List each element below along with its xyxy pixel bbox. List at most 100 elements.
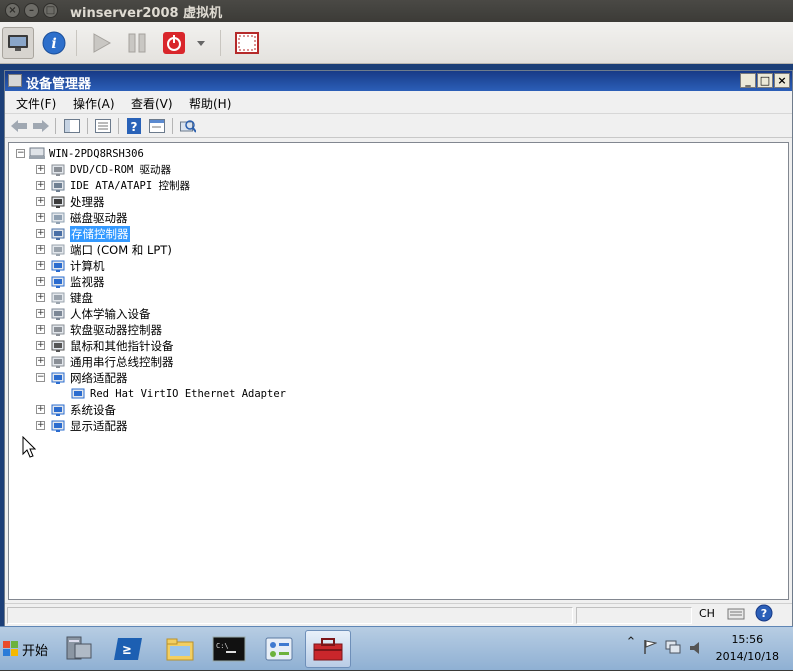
tree-device-label: Red Hat VirtIO Ethernet Adapter: [90, 388, 286, 400]
maximize-icon[interactable]: □: [43, 3, 58, 18]
help-icon[interactable]: ?: [124, 117, 144, 135]
keyboard-icon: [51, 291, 65, 304]
expand-toggle[interactable]: +: [36, 277, 45, 286]
display-adapter-icon: [51, 419, 65, 432]
forward-icon[interactable]: [31, 117, 51, 135]
computer-root-icon: [29, 147, 45, 160]
host-toolbar: i: [0, 22, 793, 64]
expand-toggle[interactable]: +: [36, 229, 45, 238]
explorer-icon[interactable]: [157, 630, 203, 668]
powershell-icon[interactable]: ≥: [106, 630, 152, 668]
maximize-button[interactable]: □: [757, 73, 773, 88]
menu-help[interactable]: 帮助(H): [189, 95, 231, 112]
tree-category-label: 磁盘驱动器: [70, 211, 128, 225]
flag-icon[interactable]: [643, 639, 658, 659]
menu-view[interactable]: 查看(V): [131, 95, 173, 112]
volume-icon[interactable]: [689, 640, 703, 659]
close-button[interactable]: ×: [774, 73, 790, 88]
status-cell-2: [576, 607, 692, 624]
expand-toggle[interactable]: +: [36, 181, 45, 190]
pause-icon[interactable]: [121, 27, 153, 59]
svg-text:?: ?: [761, 607, 767, 620]
tree-category-label: 监视器: [70, 275, 105, 289]
info-icon[interactable]: i: [38, 27, 70, 59]
minimize-icon[interactable]: –: [24, 3, 39, 18]
expand-toggle[interactable]: +: [36, 261, 45, 270]
expand-toggle[interactable]: +: [36, 325, 45, 334]
expand-toggle[interactable]: +: [36, 421, 45, 430]
expand-toggle[interactable]: +: [36, 197, 45, 206]
minimize-button[interactable]: _: [740, 73, 756, 88]
tree-category-label: 网络适配器: [70, 371, 128, 385]
cmd-icon[interactable]: C:\: [206, 630, 252, 668]
close-icon[interactable]: ×: [5, 3, 20, 18]
svg-text:C:\: C:\: [216, 642, 229, 650]
expand-toggle[interactable]: +: [36, 309, 45, 318]
dm-titlebar: 设备管理器 _ □ ×: [5, 71, 792, 92]
dropdown-icon[interactable]: [191, 27, 211, 59]
mouse-icon: [51, 339, 65, 352]
tree-root-label: WIN-2PDQ8RSH306: [49, 148, 144, 160]
tree-category-label: 存储控制器: [70, 226, 130, 242]
disk-drive-icon: [51, 211, 65, 224]
fullscreen-icon[interactable]: [231, 27, 263, 59]
device-tree: − WIN-2PDQ8RSH306 + DVD/CD-ROM 驱动器 + IDE AT…: [8, 142, 789, 600]
network-tray-icon[interactable]: [665, 639, 681, 659]
monitor-icon[interactable]: [2, 27, 34, 59]
tree-category-label: 端口 (COM 和 LPT): [70, 243, 172, 257]
network-adapter-icon: [71, 387, 85, 400]
dm-window-title: 设备管理器: [26, 77, 92, 92]
power-icon[interactable]: [158, 27, 190, 59]
menu-action[interactable]: 操作(A): [73, 95, 115, 112]
hid-icon: [51, 307, 65, 320]
dvd-drive-icon: [51, 163, 65, 176]
toolbox-icon[interactable]: [305, 630, 351, 668]
clock-time: 15:56: [731, 633, 764, 646]
menubar: 文件(F) 操作(A) 查看(V) 帮助(H): [5, 91, 792, 114]
expand-toggle[interactable]: +: [36, 341, 45, 350]
expand-toggle[interactable]: +: [36, 245, 45, 254]
view-icon[interactable]: [147, 117, 167, 135]
play-icon[interactable]: [85, 27, 117, 59]
ime-label[interactable]: CH: [699, 607, 715, 620]
statusbar: [5, 603, 792, 627]
keyboard-icon[interactable]: [727, 605, 745, 622]
collapse-toggle[interactable]: −: [16, 149, 25, 158]
computer-icon: [51, 259, 65, 272]
tree-category-label: 计算机: [70, 259, 105, 273]
port-icon: [51, 243, 65, 256]
svg-text:i: i: [51, 36, 56, 52]
tree-category-label: DVD/CD-ROM 驱动器: [70, 164, 172, 176]
taskbar: 开始 ≥ C:\ ⌃ 15:56 2014/10/18: [0, 626, 793, 670]
tree-category-label: 系统设备: [70, 403, 116, 417]
clock[interactable]: 15:56 2014/10/18: [716, 631, 779, 665]
expand-toggle[interactable]: +: [36, 293, 45, 302]
show-hidden-icons-icon[interactable]: ⌃: [621, 635, 641, 655]
server-manager-icon[interactable]: [55, 630, 101, 668]
tree-category-label: 软盘驱动器控制器: [70, 323, 162, 337]
scan-hardware-icon[interactable]: [178, 117, 198, 135]
processor-icon: [51, 195, 65, 208]
expand-toggle[interactable]: +: [36, 213, 45, 222]
collapse-toggle[interactable]: −: [36, 373, 45, 382]
tree-category-label: 键盘: [70, 291, 93, 305]
menu-file[interactable]: 文件(F): [16, 95, 56, 112]
clock-date: 2014/10/18: [715, 650, 779, 663]
expand-toggle[interactable]: +: [36, 357, 45, 366]
guest-desktop: 设备管理器 _ □ × 文件(F) 操作(A) 查看(V) 帮助(H) ? − …: [0, 64, 793, 670]
properties-icon[interactable]: [93, 117, 113, 135]
start-button[interactable]: 开始: [0, 635, 48, 663]
svg-text:≥: ≥: [123, 642, 131, 658]
control-panel-icon[interactable]: [256, 630, 302, 668]
expand-toggle[interactable]: +: [36, 405, 45, 414]
help-circle-icon[interactable]: ?: [755, 604, 773, 622]
monitor-icon: [51, 275, 65, 288]
host-titlebar: × – □ winserver2008 虚拟机: [0, 0, 793, 22]
network-adapter-icon: [51, 371, 65, 384]
expand-toggle[interactable]: +: [36, 165, 45, 174]
host-window-title: winserver2008 虚拟机: [70, 6, 223, 21]
back-icon[interactable]: [9, 117, 29, 135]
svg-text:?: ?: [131, 120, 138, 134]
show-hide-tree-icon[interactable]: [62, 117, 82, 135]
mouse-cursor-icon: [22, 435, 37, 462]
